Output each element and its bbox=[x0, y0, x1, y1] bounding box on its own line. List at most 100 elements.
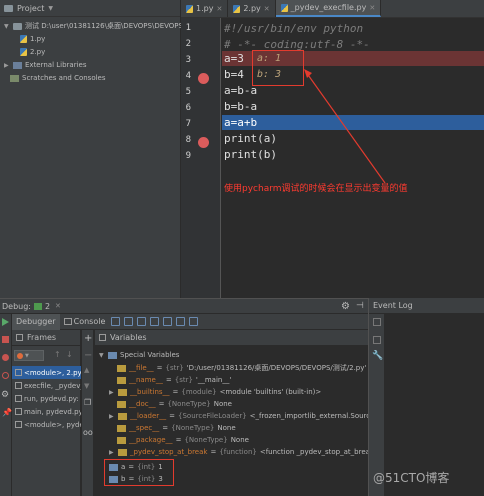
tab-debugger[interactable]: Debugger bbox=[12, 313, 60, 330]
frames-panel: Frames ▼ ↑ ↓ <module>, 2.py execfile, _p… bbox=[12, 330, 81, 496]
variable-type: {NoneType} bbox=[184, 436, 228, 444]
show-execution-point-icon[interactable] bbox=[111, 317, 121, 326]
view-breakpoints-icon[interactable] bbox=[2, 354, 9, 361]
resume-icon[interactable] bbox=[2, 318, 9, 326]
copy-icon[interactable]: ❐ bbox=[84, 398, 91, 407]
project-folder-icon bbox=[4, 4, 13, 12]
frame-label: <module>, pydev bbox=[24, 420, 81, 429]
variable-value: <module 'builtins' (built-in)> bbox=[219, 388, 322, 396]
breakpoint-icon[interactable] bbox=[198, 73, 209, 84]
tree-item-scratches[interactable]: Scratches and Consoles bbox=[10, 72, 106, 84]
tab-pydev-execfile[interactable]: _pydev_execfile.py ✕ bbox=[275, 0, 382, 17]
frames-header: Frames bbox=[12, 330, 80, 346]
event-log-header[interactable]: Event Log bbox=[369, 298, 484, 314]
variable-value: <_frozen_importlib_external.SourceFil bbox=[249, 412, 382, 420]
gear-icon[interactable]: ⚙ bbox=[341, 301, 350, 312]
variable-row[interactable]: __name__ = {str} '__main__' bbox=[117, 374, 231, 386]
code-line[interactable]: a=3 bbox=[222, 51, 244, 66]
variable-row-special[interactable]: ▼ Special Variables bbox=[99, 349, 179, 361]
run-to-cursor-icon[interactable] bbox=[176, 317, 186, 326]
frame-item[interactable]: <module>, pydev bbox=[12, 418, 81, 431]
tree-item-label: 测试 D:\user\01381126\桌面\DEVOPS\DEVOPS\ bbox=[25, 22, 186, 30]
variable-row[interactable]: __doc__ = {NoneType} None bbox=[117, 398, 232, 410]
tree-item-external-libraries[interactable]: ▶ External Libraries bbox=[4, 59, 87, 71]
step-into-my-code-icon[interactable] bbox=[150, 317, 160, 326]
close-icon[interactable]: ✕ bbox=[264, 5, 270, 13]
expand-arrow-icon[interactable]: ▶ bbox=[109, 449, 115, 456]
up-arrow-icon[interactable]: ▲ bbox=[84, 366, 89, 374]
debug-left-toolbar: ⚙ 📌 bbox=[0, 314, 12, 496]
frame-item[interactable]: <module>, 2.py bbox=[12, 366, 81, 379]
debug-run-tab[interactable]: 2 bbox=[45, 302, 50, 311]
variable-name: _pydev_stop_at_break bbox=[130, 448, 208, 456]
step-over-icon[interactable] bbox=[124, 317, 134, 326]
tree-item-1py[interactable]: 1.py bbox=[20, 33, 45, 45]
step-into-icon[interactable] bbox=[137, 317, 147, 326]
code-line[interactable]: a=a+b bbox=[222, 115, 257, 130]
tab-2py[interactable]: 2.py ✕ bbox=[228, 0, 276, 17]
wrench-icon[interactable]: 🔧 bbox=[372, 351, 383, 361]
code-line[interactable]: #!/usr/bin/env python bbox=[222, 21, 363, 36]
variable-row[interactable]: ▶ __builtins__ = {module} <module 'built… bbox=[109, 386, 321, 398]
glasses-icon[interactable]: oo bbox=[83, 428, 93, 437]
down-arrow-icon[interactable]: ▼ bbox=[84, 382, 89, 390]
variable-icon bbox=[118, 388, 127, 396]
frame-item[interactable]: run, pydevd.py: bbox=[12, 392, 81, 405]
thread-selector[interactable]: ▼ bbox=[14, 350, 44, 361]
variable-row[interactable]: __file__ = {str} 'D:/user/01381126/桌面/DE… bbox=[117, 362, 366, 374]
frame-item[interactable]: main, pydevd.py: bbox=[12, 405, 81, 418]
tree-item-project-root[interactable]: ▼ 测试 D:\user\01381126\桌面\DEVOPS\DEVOPS\ bbox=[4, 20, 185, 32]
add-watch-icon[interactable]: + bbox=[84, 333, 92, 344]
pin-icon[interactable]: 📌 bbox=[2, 408, 12, 417]
tab-console[interactable]: Console bbox=[60, 314, 110, 330]
expand-arrow-icon[interactable]: ▶ bbox=[109, 413, 115, 420]
line-number: 7 bbox=[185, 119, 191, 129]
variable-value: None bbox=[213, 400, 232, 408]
tree-item-label: External Libraries bbox=[25, 61, 87, 69]
code-line[interactable]: print(a) bbox=[222, 131, 277, 146]
breakpoint-icon[interactable] bbox=[198, 137, 209, 148]
expand-arrow-icon[interactable]: ▶ bbox=[4, 62, 10, 69]
clear-icon[interactable] bbox=[373, 318, 381, 326]
close-icon[interactable]: ✕ bbox=[369, 4, 375, 12]
tree-item-2py[interactable]: 2.py bbox=[20, 46, 45, 58]
remove-watch-icon[interactable]: − bbox=[84, 350, 92, 361]
minimize-icon[interactable]: ⊣ bbox=[356, 301, 364, 311]
variable-row[interactable]: __spec__ = {NoneType} None bbox=[117, 422, 236, 434]
line-number: 5 bbox=[185, 87, 191, 97]
close-icon[interactable]: ✕ bbox=[216, 5, 222, 13]
close-icon[interactable]: ✕ bbox=[55, 302, 61, 310]
stop-icon[interactable] bbox=[2, 336, 9, 343]
project-panel-title: Project bbox=[17, 3, 45, 13]
chevron-down-icon[interactable]: ▼ bbox=[48, 5, 53, 12]
expand-arrow-icon[interactable]: ▼ bbox=[99, 352, 105, 359]
up-arrow-icon[interactable]: ↑ bbox=[54, 350, 61, 359]
watermark: @51CTO博客 bbox=[373, 471, 450, 485]
evaluate-expression-icon[interactable] bbox=[189, 317, 199, 326]
copy-icon[interactable] bbox=[373, 336, 381, 344]
settings-icon[interactable]: ⚙ bbox=[1, 390, 9, 400]
expand-arrow-icon[interactable]: ▶ bbox=[109, 389, 115, 396]
mute-breakpoints-icon[interactable] bbox=[2, 372, 9, 379]
tab-1py[interactable]: 1.py ✕ bbox=[181, 0, 229, 17]
line-number: 6 bbox=[185, 103, 191, 113]
code-line[interactable]: b=b-a bbox=[222, 99, 257, 114]
variable-type: {module} bbox=[181, 388, 217, 396]
variable-row[interactable]: ▶ _pydev_stop_at_break = {function} <fun… bbox=[109, 446, 381, 458]
variable-row[interactable]: __package__ = {NoneType} None bbox=[117, 434, 249, 446]
python-file-icon bbox=[233, 4, 241, 13]
line-number-gutter[interactable]: 1 2 3 4 5 6 7 8 9 bbox=[181, 18, 221, 298]
code-line[interactable]: b=4 bbox=[222, 67, 244, 82]
variables-title: Variables bbox=[110, 333, 147, 342]
step-out-icon[interactable] bbox=[163, 317, 173, 326]
frame-icon bbox=[15, 395, 22, 402]
frame-item[interactable]: execfile, _pydev_ bbox=[12, 379, 81, 392]
chevron-down-icon[interactable]: ▼ bbox=[25, 353, 29, 359]
scratches-icon bbox=[10, 74, 19, 82]
variable-row[interactable]: ▶ __loader__ = {SourceFileLoader} <_froz… bbox=[109, 410, 382, 422]
project-panel-header[interactable]: Project ▼ bbox=[0, 0, 180, 17]
down-arrow-icon[interactable]: ↓ bbox=[66, 350, 73, 359]
expand-arrow-icon[interactable]: ▼ bbox=[4, 23, 10, 30]
line-number: 3 bbox=[185, 55, 191, 65]
code-line[interactable]: print(b) bbox=[222, 147, 277, 162]
